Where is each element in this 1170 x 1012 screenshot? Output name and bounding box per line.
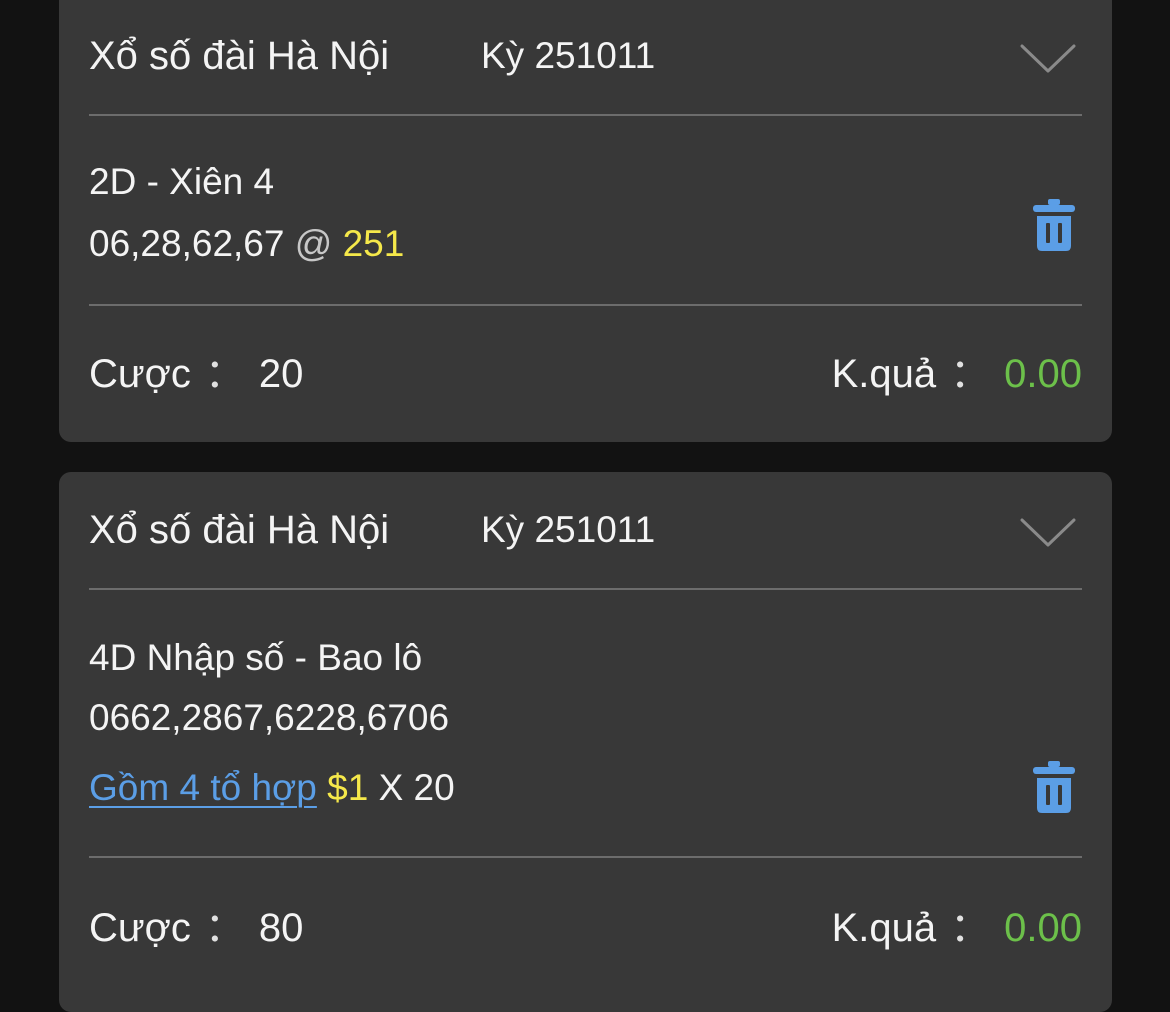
result-label: K.quả [831,352,937,396]
stake-value: 80 [258,906,304,950]
period-label: Kỳ 251011 [481,35,656,76]
combo-line: Gồm 4 tổ hợp $1 X 20 [89,766,455,810]
period-label: Kỳ 251011 [481,509,656,550]
bet-footer: Cược ： 20 K.quả ： 0.00 [89,338,1082,418]
bet-card-header[interactable]: Xổ số đài Hà Nội Kỳ 251011 [89,0,1082,116]
trash-icon[interactable] [1032,760,1076,814]
lottery-name: Xổ số đài Hà Nội [89,34,390,78]
bet-footer: Cược ： 80 K.quả ： 0.00 [89,892,1082,972]
bet-card: Xổ số đài Hà Nội Kỳ 251011 4D Nhập số - … [59,472,1112,1012]
combo-link[interactable]: Gồm 4 tổ hợp [89,767,317,808]
result-line: K.quả ： 0.00 [832,902,1082,954]
bet-numbers: 06,28,62,67 [89,223,285,264]
bet-numbers-line: 06,28,62,67 @ 251 [89,222,404,266]
result-label: K.quả [831,906,937,950]
result-value: 0.00 [1004,352,1082,396]
bet-card-header[interactable]: Xổ số đài Hà Nội Kỳ 251011 [89,472,1082,590]
at-sign: @ [294,223,333,264]
multiplier: X 20 [378,767,455,808]
result-value: 0.00 [1004,906,1082,950]
separator: ： [950,352,991,396]
bet-details: 4D Nhập số - Bao lô 0662,2867,6228,6706 … [89,592,1082,858]
stake-label: Cược [89,352,191,396]
separator: ： [950,906,991,950]
bet-type: 4D Nhập số - Bao lô [89,637,423,678]
stake-line: Cược ： 20 [89,348,303,400]
stake-label: Cược [89,906,191,950]
separator: ： [204,352,245,396]
bet-details: 2D - Xiên 4 06,28,62,67 @ 251 [89,118,1082,306]
stake-value: 20 [258,352,304,396]
stake-line: Cược ： 80 [89,902,303,954]
chevron-down-icon[interactable] [1020,518,1076,548]
bet-card: Xổ số đài Hà Nội Kỳ 251011 2D - Xiên 4 0… [59,0,1112,442]
separator: ： [204,906,245,950]
bet-numbers: 0662,2867,6228,6706 [89,697,450,738]
trash-icon[interactable] [1032,198,1076,252]
unit-price: $1 [327,767,369,808]
bet-odds: 251 [342,223,405,264]
chevron-down-icon[interactable] [1020,44,1076,74]
result-line: K.quả ： 0.00 [832,348,1082,400]
lottery-name: Xổ số đài Hà Nội [89,508,390,552]
bet-type: 2D - Xiên 4 [89,161,275,202]
